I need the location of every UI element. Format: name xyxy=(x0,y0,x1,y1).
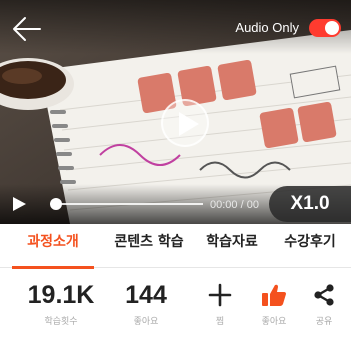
share-button[interactable]: 공유 xyxy=(306,278,342,328)
video-player[interactable]: Audio Only 00:00 / 00 X1.0 xyxy=(0,0,351,224)
tab-content-learning[interactable]: 콘텐츠 학습 xyxy=(104,224,194,268)
seek-bar[interactable] xyxy=(55,203,203,205)
view-count-label: 학습횟수 xyxy=(44,317,78,327)
tab-materials[interactable]: 학습자료 xyxy=(200,224,264,268)
arrow-left-icon xyxy=(13,17,41,41)
play-icon xyxy=(13,197,26,211)
stats-bar: 19.1K 학습횟수 144 좋아요 찜 좋아요 공유 xyxy=(0,278,351,351)
like-count: 144 좋아요 xyxy=(120,278,172,328)
view-count-value: 19.1K xyxy=(27,281,95,309)
like-button[interactable]: 좋아요 xyxy=(254,278,294,328)
wishlist-button[interactable]: 찜 xyxy=(200,278,240,328)
audio-only-toggle[interactable] xyxy=(309,19,341,37)
time-display: 00:00 / 00 xyxy=(210,199,259,211)
tab-course-intro[interactable]: 과정소개 xyxy=(12,224,94,269)
back-button[interactable] xyxy=(10,14,44,44)
play-pause-button[interactable] xyxy=(10,196,28,212)
play-icon xyxy=(179,112,199,136)
seek-handle[interactable] xyxy=(50,198,62,210)
like-count-value: 144 xyxy=(125,281,167,309)
view-count: 19.1K 학습횟수 xyxy=(18,278,104,328)
share-icon xyxy=(314,284,334,306)
plus-icon xyxy=(208,283,232,307)
audio-only-label: Audio Only xyxy=(235,20,299,35)
toggle-knob xyxy=(325,21,339,35)
play-button[interactable] xyxy=(161,99,209,147)
playback-speed-button[interactable]: X1.0 xyxy=(269,186,351,222)
tab-bar: 과정소개 콘텐츠 학습 학습자료 수강후기 xyxy=(0,224,351,269)
thumbs-up-icon xyxy=(262,284,286,306)
share-label: 공유 xyxy=(315,317,333,327)
like-count-label: 좋아요 xyxy=(133,317,159,327)
wishlist-label: 찜 xyxy=(215,317,225,327)
tab-reviews[interactable]: 수강후기 xyxy=(276,224,344,268)
like-button-label: 좋아요 xyxy=(261,317,287,327)
